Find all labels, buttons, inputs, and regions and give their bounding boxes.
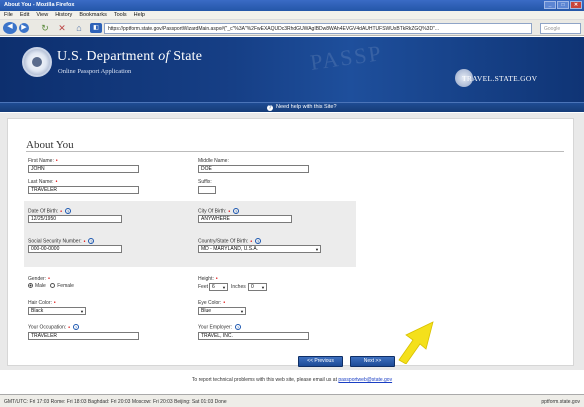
menu-tools[interactable]: Tools <box>114 12 127 18</box>
height-label: Height: • <box>198 276 218 282</box>
menu-view[interactable]: View <box>36 12 48 18</box>
previous-button[interactable]: << Previous <box>298 356 343 367</box>
help-link[interactable]: ? Need help with this Site? <box>267 104 337 111</box>
close-button[interactable]: ✕ <box>570 1 582 9</box>
gender-male-radio[interactable] <box>28 283 33 288</box>
gender-female-radio[interactable] <box>50 283 56 288</box>
eye-color-label: Eye Color: • <box>198 300 226 306</box>
reload-icon[interactable]: ↻ <box>40 23 50 33</box>
first-name-label: First Name: • <box>28 158 58 164</box>
site-banner: U.S. Department of State Online Passport… <box>0 37 584 106</box>
height-feet-label: Feet <box>198 284 209 290</box>
department-title-state: State <box>173 49 203 64</box>
help-strip: ? Need help with this Site? <box>0 102 584 112</box>
status-text: GMT/UTC: Fri 17:03 Rome: Fri 18:03 Baghd… <box>4 399 227 405</box>
country-of-birth-select[interactable]: MD - MARYLAND, U.S.A. ▼ <box>198 245 321 253</box>
employer-field[interactable]: TRAVEL, INC. <box>198 332 309 340</box>
report-text: To report technical problems with this w… <box>191 377 337 383</box>
minimize-button[interactable]: _ <box>544 1 556 9</box>
occupation-label: Your Occupation: •? <box>28 324 79 331</box>
city-of-birth-field[interactable]: ANYWHERE <box>198 215 292 223</box>
help-link-label: Need help with this Site? <box>276 104 337 110</box>
search-input[interactable]: Google <box>540 23 581 34</box>
menu-edit[interactable]: Edit <box>20 12 29 18</box>
travel-state-gov-link[interactable]: TRAVEL.STATE.GOV <box>462 74 537 83</box>
url-bar[interactable]: https://pptform.state.gov/PassportWizard… <box>104 23 532 34</box>
department-title-main: U.S. Department <box>57 49 155 64</box>
form-panel: About You First Name: • JOHN Middle Name:… <box>7 118 574 367</box>
city-of-birth-label: City Of Birth: •? <box>198 208 240 215</box>
status-host: pptform.state.gov <box>541 399 580 405</box>
support-email-link[interactable]: passportweb@state.gov <box>338 377 392 383</box>
city-help-icon[interactable]: ? <box>233 208 240 214</box>
pointer-arrow-icon <box>398 321 434 364</box>
employer-label: Your Employer:? <box>198 324 241 331</box>
window-title: About You - Mozilla Firefox <box>4 2 75 8</box>
sensitive-info-shading <box>24 201 356 267</box>
chevron-down-icon: ▼ <box>222 285 226 290</box>
site-identity-icon[interactable]: ◧ <box>90 23 102 33</box>
dob-field[interactable]: 12/25/1950 <box>28 215 122 223</box>
stop-icon[interactable]: ✕ <box>57 23 67 33</box>
suffix-field[interactable] <box>198 186 216 194</box>
chevron-down-icon: ▼ <box>240 309 244 314</box>
menu-bookmarks[interactable]: Bookmarks <box>79 12 107 18</box>
last-name-field[interactable]: TRAVELER <box>28 186 139 194</box>
gender-male-label: Male <box>35 283 46 289</box>
page-title: About You <box>26 139 74 151</box>
occupation-help-icon[interactable]: ? <box>72 324 79 330</box>
menu-file[interactable]: File <box>4 12 13 18</box>
dob-label: Date Of Birth: •? <box>28 208 72 215</box>
forward-icon[interactable]: ▶ <box>19 23 29 33</box>
country-help-icon[interactable]: ? <box>255 238 262 244</box>
page-content: About You First Name: • JOHN Middle Name:… <box>0 113 584 370</box>
eye-color-select[interactable]: Blue ▼ <box>198 307 246 315</box>
status-bar: GMT/UTC: Fri 17:03 Rome: Fri 18:03 Baghd… <box>0 394 584 407</box>
help-icon: ? <box>267 104 273 111</box>
middle-name-field[interactable]: DOE <box>198 165 309 173</box>
department-title-of: of <box>158 49 170 64</box>
menu-bar: File Edit View History Bookmarks Tools H… <box>0 11 584 20</box>
passport-watermark: PASSP <box>308 40 385 75</box>
report-problems-text: To report technical problems with this w… <box>0 377 584 383</box>
ssn-label: Social Security Number: •? <box>28 238 95 245</box>
window-titlebar: About You - Mozilla Firefox _ □ ✕ <box>0 0 584 11</box>
dob-help-icon[interactable]: ? <box>65 208 72 214</box>
navigation-toolbar: ◀ ▶ ↻ ✕ ⌂ ◧ https://pptform.state.gov/Pa… <box>0 20 584 36</box>
window-controls: _ □ ✕ <box>544 1 582 9</box>
title-divider <box>26 151 564 152</box>
department-title: U.S. Department of State <box>57 49 202 65</box>
gender-label: Gender: • <box>28 276 50 282</box>
state-department-seal-icon <box>22 47 52 77</box>
maximize-button[interactable]: □ <box>557 1 569 9</box>
hair-color-select[interactable]: Black ▼ <box>28 307 86 315</box>
gender-radio-group: Male Female <box>28 283 74 289</box>
ssn-field[interactable]: 000-00-0000 <box>28 245 122 253</box>
banner-subtitle: Online Passport Application <box>58 68 132 75</box>
ssn-help-icon[interactable]: ? <box>88 238 95 244</box>
menu-help[interactable]: Help <box>134 12 145 18</box>
chevron-down-icon: ▼ <box>261 285 265 290</box>
home-icon[interactable]: ⌂ <box>74 23 84 33</box>
height-feet-select[interactable]: 6 ▼ <box>209 283 228 291</box>
gender-female-label: Female <box>57 283 74 289</box>
first-name-field[interactable]: JOHN <box>28 165 139 173</box>
last-name-label: Last Name: • <box>28 179 58 185</box>
chevron-down-icon: ▼ <box>80 309 84 314</box>
middle-name-label: Middle Name: <box>198 158 229 164</box>
country-of-birth-label: Country/State Of Birth: •? <box>198 238 262 245</box>
hair-color-label: Hair Color: • <box>28 300 56 306</box>
employer-help-icon[interactable]: ? <box>235 324 241 330</box>
height-inches-select[interactable]: 0 ▼ <box>248 283 267 291</box>
suffix-label: Suffix: <box>198 179 212 185</box>
menu-history[interactable]: History <box>55 12 72 18</box>
height-inches-label: Inches <box>231 284 246 290</box>
chevron-down-icon: ▼ <box>315 247 319 252</box>
occupation-field[interactable]: TRAVELER <box>28 332 139 340</box>
next-button[interactable]: Next >> <box>350 356 395 367</box>
back-icon[interactable]: ◀ <box>3 22 17 34</box>
